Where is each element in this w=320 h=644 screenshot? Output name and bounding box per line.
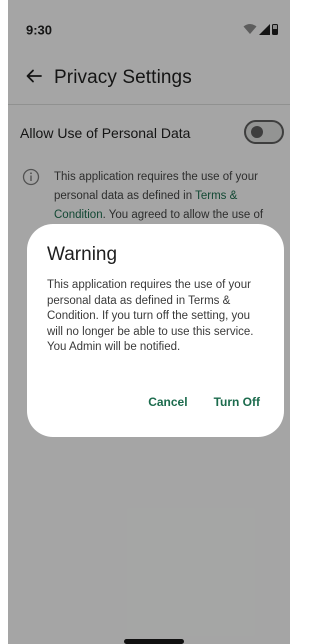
warning-dialog: Warning This application requires the us…	[27, 224, 284, 437]
dialog-actions: Cancel Turn Off	[146, 391, 262, 413]
dialog-body: This application requires the use of you…	[47, 279, 254, 353]
turn-off-button[interactable]: Turn Off	[212, 391, 262, 413]
gesture-nav-handle[interactable]	[124, 639, 184, 644]
dialog-title: Warning	[47, 244, 118, 265]
cancel-button[interactable]: Cancel	[146, 391, 189, 413]
app-screen: 9:30 Privacy Settings Allow Use of Perso…	[8, 0, 290, 644]
